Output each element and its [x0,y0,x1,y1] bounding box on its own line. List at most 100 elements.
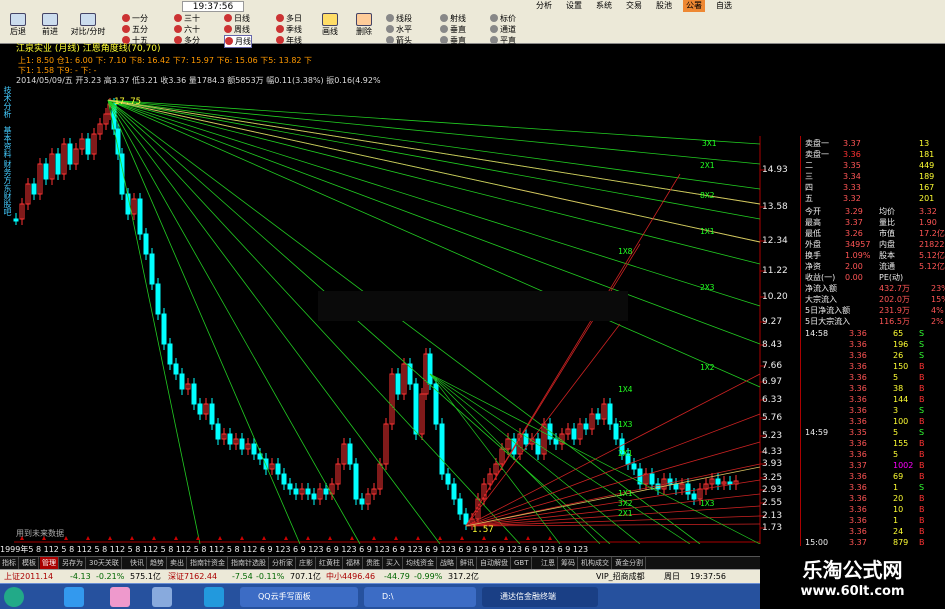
back-button[interactable]: 后退 [4,13,32,36]
period-1min[interactable]: 一分 [122,13,148,24]
time-marker [86,536,90,540]
forward-button[interactable]: 前进 [36,13,64,36]
indicator-tab[interactable]: 趋势 [148,557,167,569]
task-qq-handwriting[interactable]: QQ云手写面板 [240,587,358,607]
indicator-tab[interactable]: 红黄柱 [317,557,343,569]
menu-settings[interactable]: 设置 [563,0,585,12]
indicator-tab[interactable]: 模板 [20,557,39,569]
fan-ratio-label: 2X1 [618,509,633,518]
status-sz: 深证7162.44 [168,572,218,581]
trade-row: 3.37 1002 B [801,460,945,471]
time-marker [174,536,178,540]
indicator-tab[interactable]: 自动解盘 [478,557,511,569]
order-book-row: 二 3.35 449 [801,160,945,171]
explorer-icon[interactable] [152,587,172,607]
price-tick: 6.97 [762,377,783,387]
time-marker [240,536,244,540]
indicator-tab[interactable]: 庄影 [297,557,316,569]
indicator-tab[interactable]: 卖出 [168,557,187,569]
candle-body [413,383,419,435]
qq-icon[interactable] [204,587,224,607]
trade-vol: 26 [893,351,904,360]
ie-icon[interactable] [64,587,84,607]
time-marker [328,536,332,540]
indicator-tab[interactable]: 管理 [40,557,59,569]
candle-body [149,253,155,285]
order-book-row: 卖盘一 3.37 13 [801,138,945,149]
indicator-tab[interactable]: 黄金分割 [613,557,646,569]
menu-analysis[interactable]: 分析 [533,0,555,12]
compare-label: 对比/分时 [70,27,106,36]
trade-row: 14:58 3.36 65 S [801,328,945,339]
indicator-tab[interactable]: 指南针资金 [188,557,228,569]
candle-body [457,498,463,515]
indicator-tab[interactable]: 鲜讯 [458,557,477,569]
indicator-tab[interactable]: 另存为 [60,557,86,569]
menu-stockpool[interactable]: 股池 [653,0,675,12]
start-icon[interactable] [4,587,24,607]
indicator-tab[interactable]: 福林 [344,557,363,569]
indicator-tab[interactable]: 机构成交 [579,557,612,569]
status-zx-chg: -44.79 [384,572,410,581]
indicator-tab[interactable]: 分析家 [270,557,296,569]
time-marker [152,536,156,540]
period-5min[interactable]: 五分 [122,24,148,35]
menu-system[interactable]: 系统 [593,0,615,12]
period-multi-day[interactable]: 多日 [276,13,302,24]
tool-horizontal[interactable]: 水平 [386,24,412,35]
indicator-tab[interactable]: 均线资金 [404,557,437,569]
period-quarter[interactable]: 季线 [276,24,302,35]
candle-body [359,498,365,505]
trade-price: 3.36 [849,329,867,338]
candle-body [595,413,601,420]
trade-price: 3.36 [849,406,867,415]
tool-price-mark[interactable]: 标价 [490,13,516,24]
indicator-tab[interactable]: 筹码 [559,557,578,569]
time-marker [130,536,134,540]
period-week[interactable]: 周线 [224,24,250,35]
tool-ray[interactable]: 射线 [440,13,466,24]
price-tick: 1.73 [762,523,783,533]
period-30min[interactable]: 三十 [174,13,200,24]
trade-vol: 144 [893,395,909,404]
forward-icon [42,13,58,26]
menu-trade[interactable]: 交易 [623,0,645,12]
fan-ratio-label: 1X3 [618,420,633,429]
menu-formula[interactable]: 公署 [683,0,705,12]
fan-ratio-label: 1X1 [700,227,715,236]
tool-segment[interactable]: 线段 [386,13,412,24]
trade-vol: 155 [893,439,909,448]
indicator-tab[interactable]: 30天关联 [87,557,122,569]
trade-row: 3.36 69 B [801,471,945,482]
gann-fan-line-green [107,99,301,544]
candle-body [353,463,359,500]
indicator-tab[interactable]: 指南针选股 [229,557,269,569]
candle-body [43,163,49,180]
candle-body [727,481,733,485]
indicator-tab[interactable]: 买入 [384,557,403,569]
indicator-tab[interactable]: 贵胜 [364,557,383,569]
ob-label: 卖盘一 [805,139,829,148]
tool-channel[interactable]: 通道 [490,24,516,35]
period-day[interactable]: 日线 [224,13,250,24]
delete-drawing-button[interactable]: 删除 [350,13,378,36]
trade-side: B [919,516,925,525]
indicator-tab[interactable]: GBT [512,557,532,569]
task-tdx[interactable]: 通达信金融终端 [482,587,598,607]
indicator-tab[interactable]: 江恩 [539,557,558,569]
tool-vertical[interactable]: 垂直 [440,24,466,35]
paint-icon[interactable] [110,587,130,607]
draw-line-button[interactable]: 画线 [316,13,344,36]
indicator-tab[interactable]: 快讯 [128,557,147,569]
time-marker [438,536,442,540]
status-zx-amt: 317.2亿 [448,572,479,581]
task-drive-d[interactable]: D:\ [364,587,476,607]
period-60min[interactable]: 六十 [174,24,200,35]
ob-label: 卖盘一 [805,150,829,159]
indicator-tab[interactable]: 指标 [0,557,19,569]
indicator-tab[interactable]: 战略 [438,557,457,569]
trade-vol: 5 [893,450,899,459]
menu-watchlist[interactable]: 自选 [713,0,735,12]
compare-timeshare-button[interactable]: 对比/分时 [68,13,108,36]
candle-body [649,473,655,485]
